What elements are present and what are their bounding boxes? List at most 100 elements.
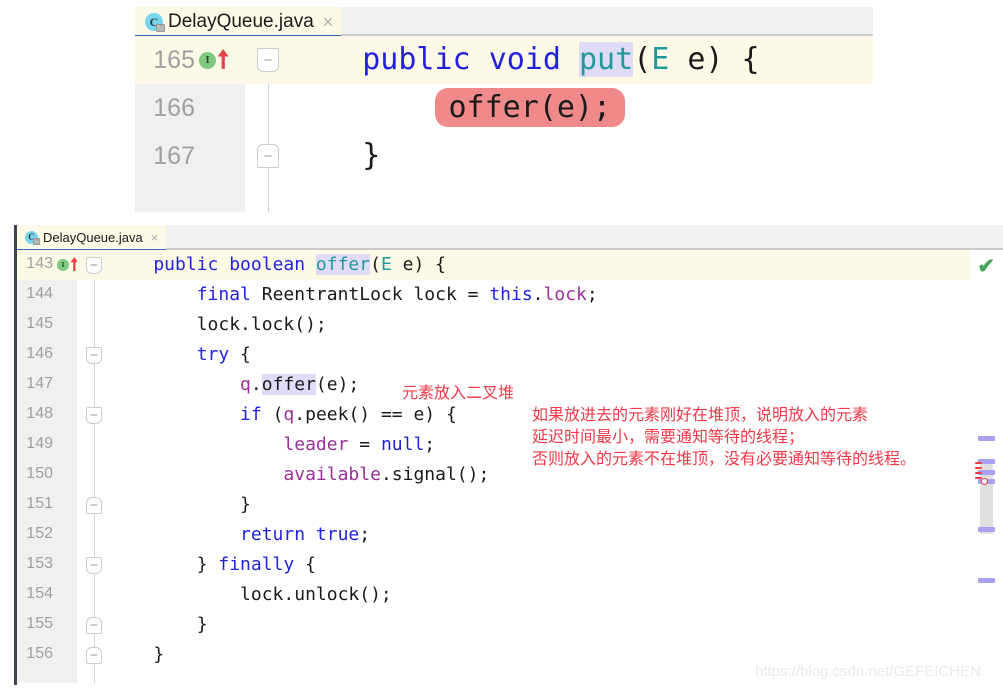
scrollbar-occurrence-mark[interactable]	[978, 436, 995, 441]
line-number: 166	[153, 94, 195, 122]
lock-icon	[156, 23, 165, 32]
code-line[interactable]: } finally {	[110, 550, 1003, 580]
fold-column-top[interactable]	[245, 36, 290, 212]
line-number: 148	[26, 405, 53, 422]
code-line[interactable]: return true;	[110, 520, 1003, 550]
code-token: e) {	[391, 254, 446, 275]
code-line[interactable]: }	[290, 132, 873, 180]
scrollbar-occurrence-mark[interactable]	[978, 578, 995, 583]
code-fold-toggle-bottom[interactable]	[86, 646, 102, 664]
highlighted-call-pill[interactable]: offer(e);	[434, 88, 626, 127]
code-fold-toggle-top[interactable]	[86, 406, 102, 424]
code-token: (	[261, 404, 284, 425]
code-token: .	[532, 284, 544, 305]
code-annotation-text: 否则放入的元素不在堆顶，没有必要通知等待的线程。	[532, 449, 917, 468]
editor-panel-top: C DelayQueue.java × 165 I 166 167 public vo…	[135, 7, 873, 212]
code-token: {	[294, 554, 316, 575]
tab-title: DelayQueue.java	[168, 10, 314, 32]
line-number: 147	[26, 375, 53, 392]
code-token: put	[579, 42, 634, 77]
code-token: }	[110, 644, 165, 665]
code-token: q	[283, 404, 295, 425]
code-token: E	[380, 254, 392, 275]
overriding-method-up-arrow-icon[interactable]	[217, 49, 229, 69]
code-token: public	[110, 254, 219, 275]
code-fold-toggle-bottom[interactable]	[86, 616, 102, 634]
implementing-method-marker-icon[interactable]: I	[199, 51, 216, 69]
java-class-file-icon: C	[145, 12, 165, 32]
code-area-top[interactable]: 165 I 166 167 public void put(E e) { offer(…	[135, 36, 873, 212]
code-fold-toggle-bottom[interactable]	[86, 496, 102, 514]
code-token: e) {	[669, 42, 760, 77]
code-token: lock.lock();	[110, 314, 327, 335]
gutter-top[interactable]: 165 I 166 167	[135, 36, 245, 212]
code-token: leader	[283, 434, 349, 455]
tab-delayqueue-java-top[interactable]: C DelayQueue.java ×	[135, 7, 342, 38]
code-token: .peek() == e) {	[294, 404, 457, 425]
line-number: 146	[26, 345, 53, 362]
code-annotation-text: 如果放进去的元素刚好在堆顶，说明放入的元素	[532, 405, 869, 424]
code-line[interactable]: lock.lock();	[110, 310, 1003, 340]
code-token: if	[240, 404, 262, 425]
code-token: }	[110, 494, 251, 515]
scrollbar-occurrence-mark[interactable]	[978, 527, 995, 532]
close-icon[interactable]: ×	[323, 13, 334, 31]
line-number: 155	[26, 615, 53, 632]
code-fold-toggle-top[interactable]	[86, 346, 102, 364]
code-token: ReentrantLock lock =	[250, 284, 490, 305]
line-number: 143	[26, 255, 53, 272]
watermark: https://blog.csdn.net/GEFEICHEN	[755, 663, 981, 680]
gutter-bottom[interactable]: 143 I 144 145 146 147 148 149 150 151 152 153 154 155…	[17, 250, 79, 683]
code-token: finally	[218, 554, 295, 575]
code-annotation-text: 元素放入二叉堆	[402, 383, 515, 402]
code-line[interactable]: offer(e);	[290, 84, 873, 132]
code-token: boolean	[229, 254, 306, 275]
code-line[interactable]: q.offer(e);	[110, 370, 1003, 400]
code-fold-toggle-top[interactable]	[86, 556, 102, 574]
inspection-ok-check-icon[interactable]: ✔	[977, 256, 995, 277]
code-token: (	[633, 42, 652, 77]
code-token: available	[283, 464, 381, 485]
tab-title: DelayQueue.java	[43, 230, 143, 245]
code-fold-toggle-top[interactable]	[86, 256, 102, 274]
code-fold-toggle-top[interactable]	[257, 48, 279, 72]
code-line[interactable]: public void put(E e) {	[290, 36, 873, 84]
code-token: q	[240, 374, 251, 395]
code-line[interactable]: }	[110, 490, 1003, 520]
close-icon[interactable]: ×	[151, 231, 159, 244]
code-token: lock	[543, 284, 587, 305]
code-line[interactable]: try {	[110, 340, 1003, 370]
code-token: offer	[315, 254, 371, 275]
line-number: 144	[26, 285, 53, 302]
code-annotation-text: 延迟时间最小，需要通知等待的线程；	[532, 427, 805, 446]
scrollbar-marker-strip[interactable]: ✔	[970, 250, 1003, 683]
code-line[interactable]: final ReentrantLock lock = this.lock;	[110, 280, 1003, 310]
code-column-top[interactable]: public void put(E e) { offer(e); }	[290, 36, 873, 212]
code-token: true	[315, 524, 360, 545]
code-token: this	[489, 284, 533, 305]
code-token: E	[651, 42, 670, 77]
code-token: (e);	[315, 374, 360, 395]
code-token: void	[488, 42, 561, 77]
fold-column-bottom[interactable]	[77, 250, 110, 683]
code-token: final	[196, 284, 251, 305]
code-token: lock.unlock();	[110, 584, 392, 605]
line-number: 154	[26, 585, 53, 602]
code-line[interactable]: }	[110, 610, 1003, 640]
implementing-method-marker-icon[interactable]: I	[57, 259, 69, 271]
tabbar-top: C DelayQueue.java ×	[135, 7, 873, 38]
code-line[interactable]: public boolean offer(E e) {	[110, 250, 1003, 280]
line-number: 153	[26, 555, 53, 572]
tab-delayqueue-java-bottom[interactable]: C DelayQueue.java ×	[17, 225, 167, 252]
code-token: offer	[261, 374, 316, 395]
code-line[interactable]: lock.unlock();	[110, 580, 1003, 610]
code-fold-toggle-bottom[interactable]	[257, 144, 279, 168]
